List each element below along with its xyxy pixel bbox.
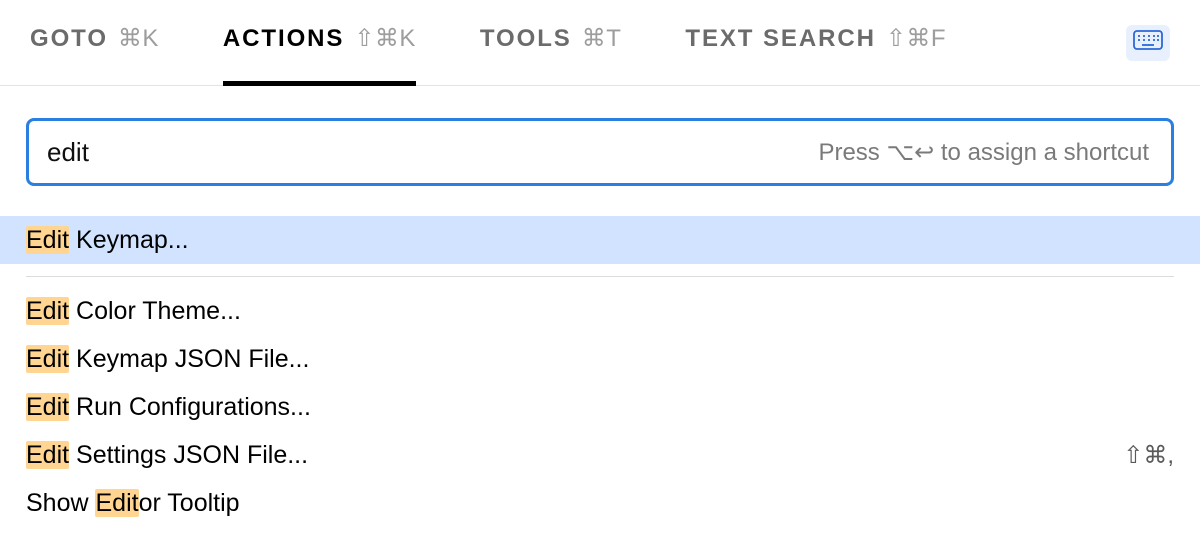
tab-tools-shortcut: ⌘T [582, 24, 622, 53]
keyboard-icon [1133, 29, 1163, 56]
tab-goto-shortcut: ⌘K [118, 24, 159, 53]
result-row[interactable]: Edit Keymap... [0, 216, 1200, 264]
results-list: Edit Keymap... Edit Color Theme... Edit … [0, 216, 1200, 527]
tabs-bar: GOTO ⌘K ACTIONS ⇧⌘K TOOLS ⌘T TEXT SEARCH… [0, 0, 1200, 86]
result-shortcut: ⇧⌘, [1123, 441, 1174, 470]
match-highlight: Edit [26, 297, 69, 325]
search-wrap: Press ⌥↩ to assign a shortcut [0, 86, 1200, 216]
tab-text-search-label: TEXT SEARCH [685, 25, 875, 53]
tab-text-search-shortcut: ⇧⌘F [886, 24, 946, 53]
tab-actions-shortcut: ⇧⌘K [354, 24, 416, 53]
search-input[interactable] [45, 136, 806, 169]
tab-tools-label: TOOLS [480, 25, 572, 53]
tab-actions[interactable]: ACTIONS ⇧⌘K [223, 0, 416, 86]
match-highlight: Edit [26, 226, 69, 254]
result-row[interactable]: Edit Color Theme... [0, 287, 1200, 335]
match-highlight: Edit [26, 345, 69, 373]
result-row[interactable]: Edit Run Configurations... [0, 383, 1200, 431]
tab-actions-label: ACTIONS [223, 25, 344, 53]
result-row[interactable]: Show Editor Tooltip [0, 479, 1200, 527]
search-hint: Press ⌥↩ to assign a shortcut [818, 138, 1149, 167]
tab-tools[interactable]: TOOLS ⌘T [480, 0, 621, 86]
match-highlight: Edit [95, 489, 138, 517]
search-box: Press ⌥↩ to assign a shortcut [26, 118, 1174, 186]
tab-goto-label: GOTO [30, 25, 108, 53]
tab-text-search[interactable]: TEXT SEARCH ⇧⌘F [685, 0, 946, 86]
tab-goto[interactable]: GOTO ⌘K [30, 0, 159, 86]
result-row[interactable]: Edit Keymap JSON File... [0, 335, 1200, 383]
result-text: Edit Keymap JSON File... [26, 345, 309, 374]
result-text: Edit Run Configurations... [26, 393, 311, 422]
result-text: Edit Keymap... [26, 226, 189, 255]
result-text: Show Editor Tooltip [26, 489, 240, 518]
result-row[interactable]: Edit Settings JSON File... ⇧⌘, [0, 431, 1200, 479]
result-text: Edit Color Theme... [26, 297, 241, 326]
result-text: Edit Settings JSON File... [26, 441, 308, 470]
keyboard-shortcuts-button[interactable] [1126, 25, 1170, 61]
results-divider [26, 276, 1174, 277]
match-highlight: Edit [26, 393, 69, 421]
match-highlight: Edit [26, 441, 69, 469]
